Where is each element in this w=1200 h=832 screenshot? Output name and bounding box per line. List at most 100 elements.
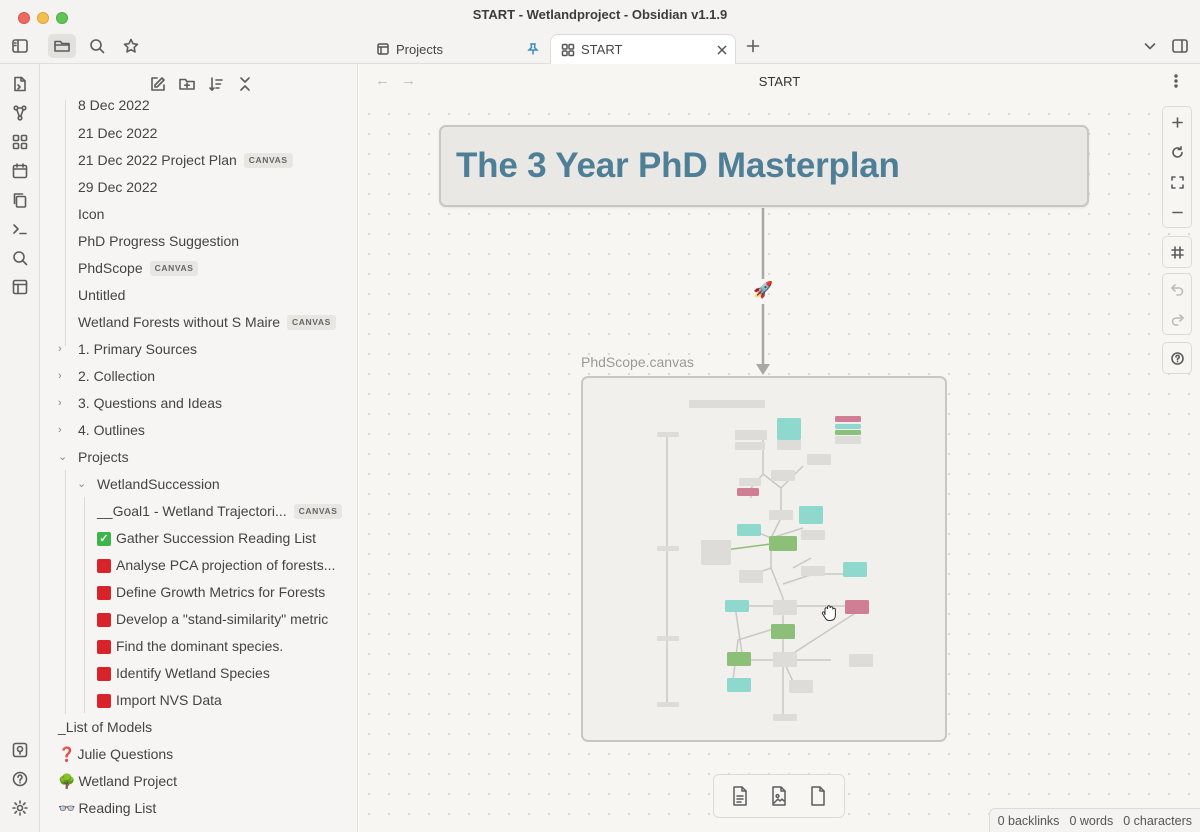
status-bar: 0 backlinks 0 words 0 characters <box>988 808 1200 832</box>
zoom-in-plus-icon[interactable] <box>1163 107 1191 137</box>
add-card-note-icon[interactable] <box>723 779 757 813</box>
reset-zoom-refresh-icon[interactable] <box>1163 137 1191 167</box>
search-icon[interactable] <box>6 246 34 270</box>
backlinks-count[interactable]: 0 backlinks <box>998 814 1060 828</box>
red-square-icon <box>97 585 111 600</box>
folder-item[interactable]: › 2. Collection <box>58 363 155 390</box>
snap-grid-hash-icon[interactable] <box>1163 237 1191 267</box>
bookmarks-star-icon[interactable] <box>117 34 145 58</box>
chevron-down-icon: ⌄ <box>58 451 68 463</box>
add-note-from-vault-icon[interactable] <box>801 779 835 813</box>
file-explorer-icon[interactable] <box>48 34 76 58</box>
canvas-help-icon[interactable] <box>1163 343 1191 373</box>
tree-icon: 🌳 <box>58 773 76 789</box>
graph-view-icon[interactable] <box>6 101 34 125</box>
new-tab-plus-icon[interactable] <box>739 34 767 58</box>
file-item[interactable]: 8 Dec 2022 <box>78 92 150 119</box>
folder-item[interactable]: › 3. Questions and Ideas <box>58 390 222 417</box>
file-item[interactable]: 21 Dec 2022 <box>78 120 157 147</box>
canvas-settings-controls <box>1162 236 1192 268</box>
check-mark-icon: ✓ <box>97 531 111 546</box>
add-media-image-icon[interactable] <box>762 779 796 813</box>
file-item[interactable]: 👓 Reading List <box>58 795 156 822</box>
embed-label[interactable]: PhdScope.canvas <box>581 354 694 370</box>
sort-order-icon[interactable] <box>202 72 230 96</box>
folder-item[interactable]: › 4. Outlines <box>58 417 145 444</box>
file-item[interactable]: Find the dominant species. <box>97 633 283 660</box>
red-square-icon <box>97 558 111 573</box>
file-item[interactable]: Develop a "stand-similarity" metric <box>97 606 328 633</box>
file-item[interactable]: Identify Wetland Species <box>97 660 270 687</box>
chevron-right-icon: › <box>58 343 62 355</box>
file-item[interactable]: ✓ Gather Succession Reading List <box>97 525 316 552</box>
canvas-grid-icon <box>561 43 575 56</box>
file-item[interactable]: Untitled <box>78 282 125 309</box>
folder-item[interactable]: ⌄ Projects <box>58 444 129 471</box>
folder-item[interactable]: › 1. Primary Sources <box>58 336 197 363</box>
file-item[interactable]: Import NVS Data <box>97 687 222 714</box>
file-item[interactable]: Wetland Forests without S Maire CANVAS <box>78 309 336 336</box>
file-item[interactable]: Define Growth Metrics for Forests <box>97 579 325 606</box>
daily-note-calendar-icon[interactable] <box>6 159 34 183</box>
file-item[interactable]: PhD Progress Suggestion <box>78 228 239 255</box>
text-card-title[interactable]: The 3 Year PhD Masterplan <box>439 125 1089 207</box>
tab-list-chevron-down-icon[interactable] <box>1136 34 1164 58</box>
file-item[interactable]: ❓ Julie Questions <box>58 741 173 768</box>
file-item[interactable]: 21 Dec 2022 Project Plan CANVAS <box>78 147 293 174</box>
zoom-to-fit-icon[interactable] <box>1163 167 1191 197</box>
red-square-icon <box>97 693 111 708</box>
glasses-icon: 👓 <box>58 800 76 816</box>
window-title: START - Wetlandproject - Obsidian v1.1.9 <box>472 7 728 22</box>
redo-icon[interactable] <box>1163 304 1191 334</box>
title-bar: START - Wetlandproject - Obsidian v1.1.9… <box>0 0 1200 64</box>
canvas-badge: CANVAS <box>243 153 293 168</box>
templates-copy-icon[interactable] <box>6 188 34 212</box>
search-icon[interactable] <box>83 34 111 58</box>
create-canvas-icon[interactable] <box>6 130 34 154</box>
embedded-canvas-card[interactable] <box>581 376 947 742</box>
file-item[interactable]: PhdScope CANVAS <box>78 255 199 282</box>
collapse-all-icon[interactable] <box>231 72 259 96</box>
file-explorer-toolbar <box>144 72 259 96</box>
tab-projects[interactable]: Projects <box>364 34 544 64</box>
file-item[interactable]: _List of Models <box>58 714 152 741</box>
zoom-out-minus-icon[interactable] <box>1163 197 1191 227</box>
pin-icon[interactable] <box>526 42 540 56</box>
toggle-right-sidebar-icon[interactable] <box>1166 34 1194 58</box>
canvas-badge: CANVAS <box>149 261 199 276</box>
canvas-view[interactable]: ← → START The 3 Year PhD Masterplan 🚀 Ph… <box>359 64 1200 832</box>
tab-start[interactable]: START <box>550 34 736 64</box>
toggle-left-sidebar-icon[interactable] <box>6 34 34 58</box>
canvas-add-toolbar <box>713 774 845 818</box>
folder-item[interactable]: ⌄ WetlandSuccession <box>77 471 220 498</box>
word-count: 0 words <box>1069 813 1114 828</box>
red-square-icon <box>97 612 111 627</box>
canvas-badge: CANVAS <box>293 504 343 519</box>
open-quick-switcher-icon[interactable] <box>6 72 34 96</box>
help-icon[interactable] <box>6 767 34 791</box>
file-item[interactable]: 🌳 Wetland Project <box>58 768 177 795</box>
zoom-controls <box>1162 106 1192 228</box>
file-item[interactable]: 29 Dec 2022 <box>78 174 157 201</box>
undo-icon[interactable] <box>1163 274 1191 304</box>
file-item[interactable]: Analyse PCA projection of forests... <box>97 552 335 579</box>
rocket-icon[interactable]: 🚀 <box>752 280 774 302</box>
close-tab-icon[interactable] <box>715 43 729 57</box>
question-mark-icon: ❓ <box>58 746 76 762</box>
canvas-preview-thumbnail <box>657 400 873 721</box>
settings-gear-icon[interactable] <box>6 796 34 820</box>
command-palette-terminal-icon[interactable] <box>6 217 34 241</box>
chevron-down-icon: ⌄ <box>77 478 87 490</box>
red-square-icon <box>97 666 111 681</box>
chevron-right-icon: › <box>58 424 62 436</box>
chevron-right-icon: › <box>58 370 62 382</box>
vault-switcher-icon[interactable] <box>6 738 34 762</box>
file-item[interactable]: __Goal1 - Wetland Trajectori... CANVAS <box>97 498 343 525</box>
card-heading: The 3 Year PhD Masterplan <box>456 146 900 185</box>
new-folder-icon[interactable] <box>173 72 201 96</box>
file-item[interactable]: Icon <box>78 201 104 228</box>
history-controls <box>1162 273 1192 335</box>
canvas-badge: CANVAS <box>287 315 336 330</box>
chevron-right-icon: › <box>58 397 62 409</box>
layout-panel-icon[interactable] <box>6 275 34 299</box>
